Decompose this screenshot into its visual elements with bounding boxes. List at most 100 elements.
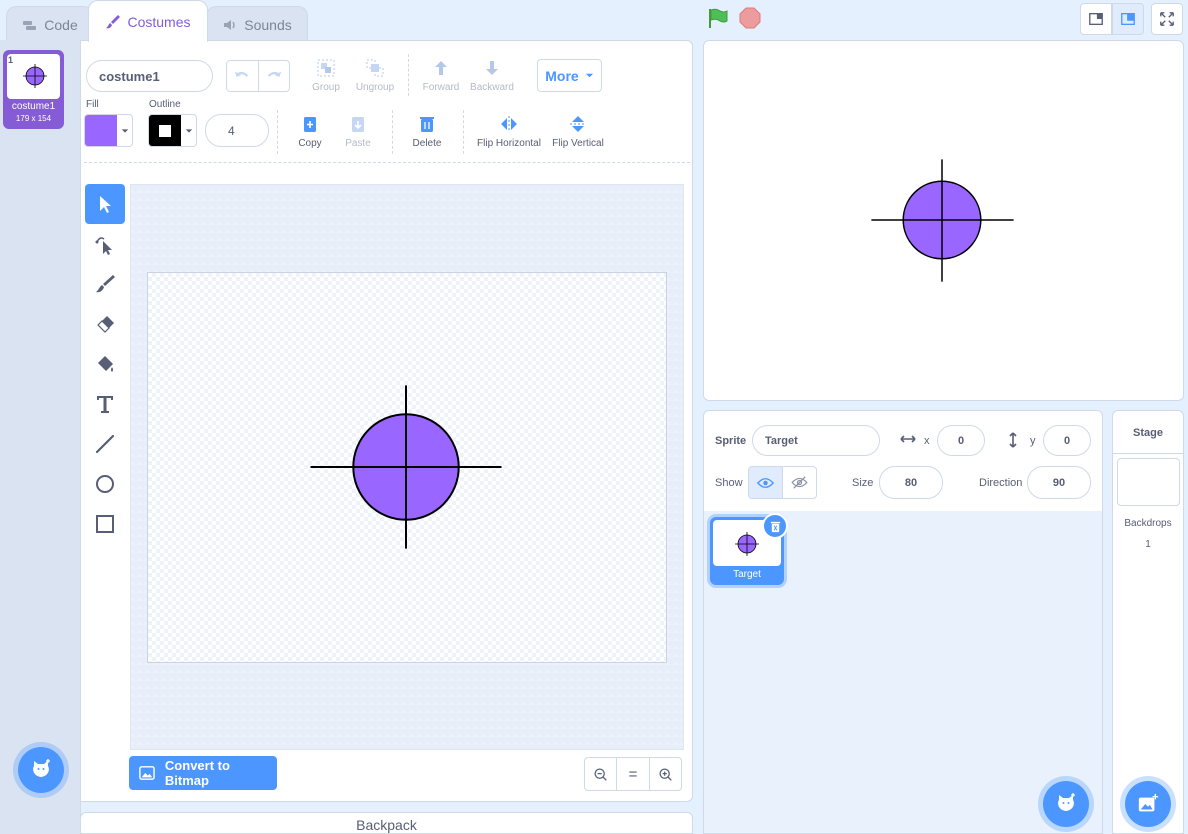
tab-sounds[interactable]: Sounds	[206, 6, 308, 42]
toolbar-divider	[84, 162, 690, 163]
zoom-reset-button[interactable]: =	[617, 758, 650, 790]
size-label: Size	[852, 477, 874, 489]
flip-horizontal-icon	[501, 116, 517, 132]
forward-button[interactable]: Forward	[420, 58, 462, 93]
small-stage-button[interactable]	[1080, 3, 1112, 35]
tab-costumes[interactable]: Costumes	[88, 0, 208, 42]
flip-vertical-icon	[570, 116, 586, 132]
size-input[interactable]: 80	[879, 466, 943, 499]
flip-vertical-label: Flip Vertical	[552, 138, 604, 149]
group-button[interactable]: Group	[308, 58, 344, 93]
reshape-tool[interactable]	[85, 225, 125, 265]
forward-label: Forward	[422, 82, 460, 93]
large-stage-icon	[1121, 13, 1135, 25]
eye-icon	[757, 477, 774, 488]
outline-width-input[interactable]: 4	[205, 114, 269, 147]
backward-button[interactable]: Backward	[468, 58, 516, 93]
brush-tool[interactable]	[85, 264, 125, 304]
sprite-list: Target	[703, 511, 1103, 834]
show-button[interactable]	[749, 467, 783, 498]
ungroup-button[interactable]: Ungroup	[352, 58, 398, 93]
fill-tool[interactable]	[85, 344, 125, 384]
zoom-in-button[interactable]	[650, 758, 681, 790]
select-tool[interactable]	[85, 184, 125, 224]
flip-horizontal-button[interactable]: Flip Horizontal	[474, 114, 544, 149]
large-stage-button[interactable]	[1112, 3, 1144, 35]
paint-canvas[interactable]	[147, 272, 667, 663]
copy-button[interactable]: Copy	[292, 114, 328, 149]
brush-icon	[96, 275, 115, 293]
group-icon	[317, 59, 335, 77]
backdrops-count: 1	[1145, 539, 1151, 550]
sprite-name: Target	[733, 569, 761, 580]
target-drawing[interactable]	[148, 273, 666, 662]
y-label: y	[1030, 435, 1036, 447]
convert-to-bitmap-label: Convert to Bitmap	[164, 758, 230, 788]
green-flag-icon[interactable]	[707, 7, 729, 29]
tab-code[interactable]: Code	[6, 6, 94, 42]
undo-button[interactable]	[227, 61, 259, 91]
fullscreen-button[interactable]	[1151, 3, 1183, 35]
zoom-out-button[interactable]	[585, 758, 618, 790]
line-tool[interactable]	[85, 424, 125, 464]
hide-button[interactable]	[783, 467, 816, 498]
ungroup-icon	[366, 59, 384, 77]
choose-costume-button[interactable]	[18, 747, 64, 793]
stop-icon[interactable]	[739, 7, 761, 29]
backpack[interactable]: Backpack	[80, 812, 693, 834]
fill-swatch	[85, 115, 117, 146]
costume-name: costume1	[11, 101, 56, 112]
flip-vertical-button[interactable]: Flip Vertical	[550, 114, 606, 149]
stage-panel[interactable]: Stage Backdrops 1	[1112, 410, 1184, 834]
redo-button[interactable]	[259, 61, 290, 91]
choose-backdrop-button[interactable]	[1125, 781, 1171, 827]
zoom-controls: =	[584, 757, 682, 791]
costume-name-input[interactable]: costume1	[86, 60, 213, 92]
flip-horizontal-label: Flip Horizontal	[477, 138, 541, 149]
eraser-tool[interactable]	[85, 304, 125, 344]
circle-icon	[96, 475, 114, 493]
choose-sprite-button[interactable]	[1043, 781, 1089, 827]
sprite-name-input[interactable]: Target	[752, 425, 880, 456]
stage-preview[interactable]	[703, 40, 1184, 401]
y-input[interactable]: 0	[1043, 425, 1091, 456]
backward-label: Backward	[470, 82, 514, 93]
more-button[interactable]: More	[537, 59, 602, 92]
text-tool[interactable]	[85, 384, 125, 424]
stage-sprite-target[interactable]	[704, 41, 1183, 400]
paste-icon	[352, 117, 364, 132]
rectangle-tool[interactable]	[85, 504, 125, 544]
reshape-icon	[95, 237, 112, 255]
undo-icon	[235, 71, 249, 77]
chevron-down-icon	[181, 115, 196, 146]
circle-tool[interactable]	[85, 464, 125, 504]
outline-color-picker[interactable]	[148, 114, 197, 147]
tab-sounds-label: Sounds	[244, 16, 292, 33]
direction-input[interactable]: 90	[1027, 466, 1091, 499]
backdrops-label: Backdrops	[1124, 518, 1172, 529]
stage-panel-title: Stage	[1133, 427, 1163, 439]
trash-icon	[770, 521, 780, 532]
paste-button[interactable]: Paste	[340, 114, 376, 149]
eye-slash-icon	[791, 476, 808, 489]
backdrop-thumbnail[interactable]	[1117, 458, 1180, 506]
editor-tabs: Code Costumes Sounds	[0, 0, 700, 42]
convert-to-bitmap-button[interactable]: Convert to Bitmap	[129, 756, 277, 790]
costume-tile[interactable]: 1 costume1 179 x 154	[3, 50, 64, 129]
code-icon	[23, 20, 37, 30]
delete-button[interactable]: Delete	[408, 114, 446, 149]
toolbar-divider	[277, 110, 278, 154]
x-input[interactable]: 0	[937, 425, 985, 456]
delete-sprite-button[interactable]	[762, 513, 788, 539]
redo-icon	[267, 71, 281, 77]
arrow-down-icon	[486, 61, 498, 75]
zoom-reset-label: =	[628, 765, 638, 783]
zoom-out-icon	[594, 767, 607, 781]
fill-color-picker[interactable]	[84, 114, 133, 147]
speaker-icon	[224, 19, 235, 30]
copy-label: Copy	[298, 138, 322, 149]
costume-index: 1	[8, 55, 14, 65]
vertical-arrows-icon	[1009, 432, 1017, 448]
paste-label: Paste	[345, 138, 371, 149]
outline-label: Outline	[149, 99, 181, 110]
